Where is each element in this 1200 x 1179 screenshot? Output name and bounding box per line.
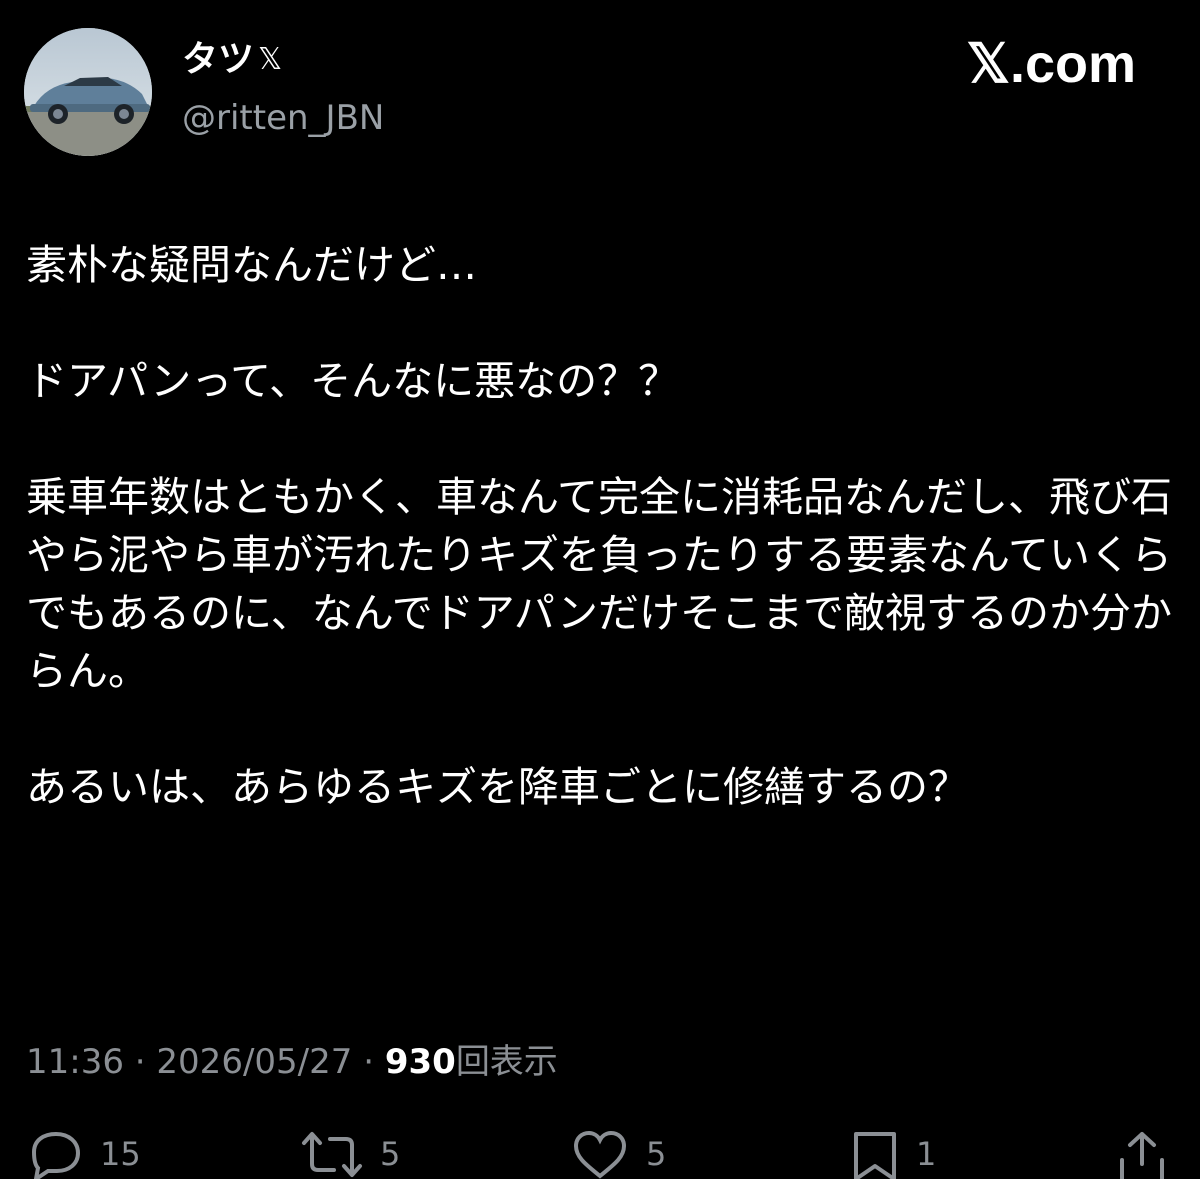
meta-separator: · <box>363 1042 375 1082</box>
share-button[interactable] <box>1116 1130 1168 1179</box>
meta-separator: · <box>134 1042 146 1082</box>
post-date[interactable]: 2026/05/27 <box>156 1042 352 1082</box>
post-time[interactable]: 11:36 <box>26 1042 124 1082</box>
site-logo: 𝕏.com <box>966 34 1136 94</box>
tweet-meta: 11:36 · 2026/05/27 · 930回表示 <box>26 1036 558 1088</box>
views-count: 930 <box>384 1042 456 1082</box>
display-name[interactable]: タツ 𝕏 <box>182 38 282 82</box>
car-photo-avatar <box>24 28 152 156</box>
reply-count: 15 <box>100 1135 141 1173</box>
bookmark-count: 1 <box>916 1135 937 1173</box>
bookmark-icon <box>854 1132 896 1179</box>
like-count: 5 <box>646 1135 667 1173</box>
tweet-paragraph: 乗車年数はともかく、車なんて完全に消耗品なんだし、飛び石やら泥やら車が汚れたりキ… <box>26 473 1172 695</box>
bookmark-button[interactable]: 1 <box>850 1130 936 1179</box>
x-badge-icon: 𝕏 <box>258 42 283 77</box>
tweet-text: 素朴な疑問なんだけど… ドアパンって、そんなに悪なの？？ 乗車年数はともかく、車… <box>26 236 1176 816</box>
views-label: 回表示 <box>455 1042 558 1082</box>
heart-icon <box>573 1130 627 1179</box>
repost-button[interactable]: 5 <box>300 1130 400 1179</box>
tweet-paragraph: あるいは、あらゆるキズを降車ごとに修繕するの？ <box>26 763 969 811</box>
tweet-paragraph: ドアパンって、そんなに悪なの？？ <box>26 357 680 405</box>
repost-count: 5 <box>380 1135 401 1173</box>
tweet-paragraph: 素朴な疑問なんだけど… <box>26 241 477 289</box>
reply-button[interactable]: 15 <box>28 1130 141 1179</box>
action-bar: 15 5 5 1 <box>0 1130 1200 1179</box>
user-handle[interactable]: @ritten_JBN <box>182 96 384 140</box>
avatar[interactable] <box>24 28 152 156</box>
like-button[interactable]: 5 <box>570 1130 666 1179</box>
display-name-text: タツ <box>182 39 255 80</box>
repost-icon <box>302 1132 362 1177</box>
reply-icon <box>31 1131 81 1179</box>
share-icon <box>1120 1132 1164 1179</box>
